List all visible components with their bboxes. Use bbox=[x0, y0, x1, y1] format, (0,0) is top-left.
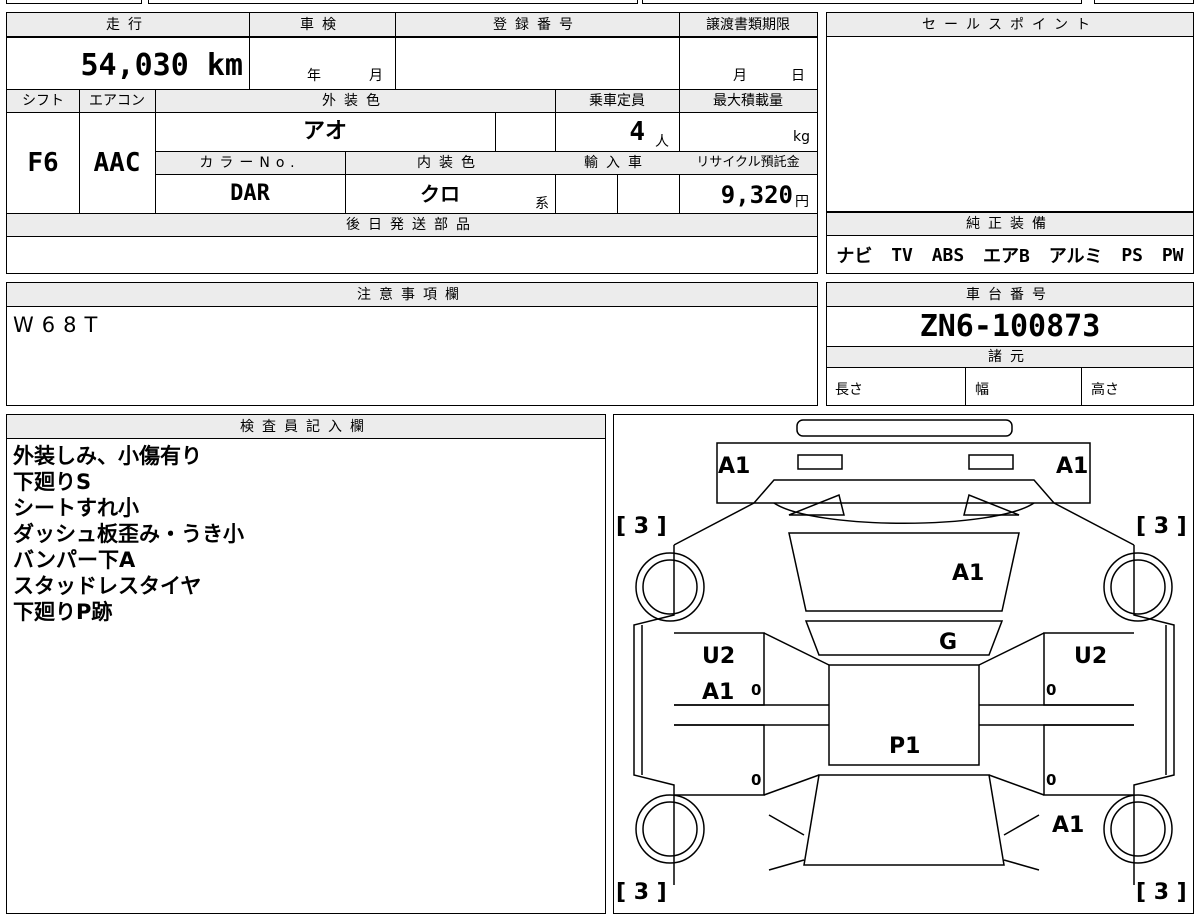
shift-label: シフト bbox=[22, 93, 64, 109]
chassis-box: 車台番号 ZN6-100873 諸元 長さ 幅 高さ bbox=[826, 282, 1194, 406]
maxload-label: 最大積載量 bbox=[713, 93, 783, 109]
mark-rear-right: A1 bbox=[1052, 813, 1084, 838]
zero-right-2: 0 bbox=[1046, 771, 1056, 789]
top-strip-left bbox=[6, 0, 142, 4]
height-label: 高さ bbox=[1091, 382, 1119, 398]
note-line: バンパー下A bbox=[13, 548, 136, 572]
capacity-unit: 人 bbox=[655, 134, 669, 150]
maxload-unit: kg bbox=[793, 129, 810, 145]
mark-tire-fl: [ 3 ] bbox=[616, 514, 667, 539]
equip-tv: TV bbox=[891, 244, 913, 266]
width-label: 幅 bbox=[975, 382, 989, 398]
note-line: 下廻りP跡 bbox=[13, 600, 113, 624]
inspection-label: 車検 bbox=[300, 17, 344, 33]
ac-label: エアコン bbox=[89, 93, 145, 109]
note-line: ダッシュ板歪み・うき小 bbox=[13, 522, 244, 546]
note-line: スタッドレスタイヤ bbox=[13, 574, 202, 598]
transfer-day: 日 bbox=[791, 68, 805, 84]
car-diagram: A1 A1 [ 3 ] [ 3 ] A1 G U2 U2 A1 P1 A1 [ … bbox=[616, 419, 1187, 905]
interior-suffix: 系 bbox=[535, 196, 549, 212]
transfer-label: 譲渡書類期限 bbox=[706, 17, 790, 33]
capacity-value: 4 bbox=[629, 117, 645, 147]
recycle-label: リサイクル預託金 bbox=[696, 155, 800, 170]
spec-grid: 走行 車検 登録番号 譲渡書類期限 54,030 km 年 月 月 日 シフト … bbox=[6, 12, 818, 274]
equipment-label: 純正装備 bbox=[827, 213, 1193, 236]
shift-value: F6 bbox=[27, 148, 59, 178]
mark-door-left-2: A1 bbox=[702, 680, 734, 705]
equip-nav: ナビ bbox=[836, 246, 873, 267]
length-label: 長さ bbox=[835, 382, 863, 398]
chassis-number: ZN6-100873 bbox=[919, 309, 1101, 344]
equip-ps: PS bbox=[1121, 244, 1144, 266]
recycle-unit: 円 bbox=[795, 194, 809, 210]
top-strip-mid2 bbox=[642, 0, 1082, 4]
mark-front-left: A1 bbox=[718, 454, 750, 479]
zero-left-2: 0 bbox=[751, 771, 761, 789]
mark-door-right: U2 bbox=[1074, 644, 1107, 669]
chassis-label: 車台番号 bbox=[827, 283, 1193, 307]
colorno-value: DAR bbox=[230, 181, 270, 206]
damage-diagram-box: A1 A1 [ 3 ] [ 3 ] A1 G U2 U2 A1 P1 A1 [ … bbox=[613, 414, 1194, 914]
zero-right-1: 0 bbox=[1046, 681, 1056, 699]
top-strip-mid bbox=[148, 0, 638, 4]
exterior-label: 外装色 bbox=[322, 93, 388, 109]
interior-value: クロ bbox=[420, 182, 460, 206]
exterior-value: アオ bbox=[302, 119, 347, 144]
mark-roof: P1 bbox=[889, 734, 920, 759]
inspection-year: 年 bbox=[307, 68, 321, 84]
equipment-list: ナビ TV ABS エアB アルミ PS PW bbox=[827, 237, 1193, 273]
transfer-month: 月 bbox=[733, 68, 747, 84]
caution-label: 注意事項欄 bbox=[7, 283, 817, 307]
caution-box: 注意事項欄 W68T bbox=[6, 282, 818, 406]
recycle-value: 9,320 bbox=[720, 181, 793, 209]
registration-label: 登録番号 bbox=[493, 17, 581, 33]
import-label: 輸入車 bbox=[584, 155, 650, 171]
mark-hood: A1 bbox=[952, 561, 984, 586]
mark-windshield: G bbox=[939, 630, 957, 655]
mark-door-left: U2 bbox=[702, 644, 735, 669]
interior-label: 内装色 bbox=[417, 155, 483, 171]
note-line: 下廻りS bbox=[13, 470, 92, 494]
mark-tire-rr: [ 3 ] bbox=[1136, 880, 1187, 905]
mark-tire-fr: [ 3 ] bbox=[1136, 514, 1187, 539]
equip-airbag: エアB bbox=[983, 246, 1030, 267]
sales-point-label: セールスポイント bbox=[827, 13, 1193, 37]
note-line: 外装しみ、小傷有り bbox=[13, 444, 202, 468]
sales-point-box: セールスポイント bbox=[826, 12, 1194, 212]
inspector-notes: 外装しみ、小傷有り 下廻りS シートすれ小 ダッシュ板歪み・うき小 バンパー下A… bbox=[13, 443, 244, 625]
zero-left-1: 0 bbox=[751, 681, 761, 699]
mark-front-right: A1 bbox=[1056, 454, 1088, 479]
equip-alloy: アルミ bbox=[1048, 246, 1103, 267]
inspection-month: 月 bbox=[369, 68, 383, 84]
equip-abs: ABS bbox=[931, 244, 965, 266]
colorno-label: カラーNo. bbox=[199, 155, 301, 171]
capacity-label: 乗車定員 bbox=[589, 93, 645, 109]
later-parts-label: 後日発送部品 bbox=[346, 217, 478, 233]
inspector-box: 検査員記入欄 外装しみ、小傷有り 下廻りS シートすれ小 ダッシュ板歪み・うき小… bbox=[6, 414, 606, 914]
mark-tire-rl: [ 3 ] bbox=[616, 880, 667, 905]
ac-value: AAC bbox=[93, 148, 141, 178]
inspector-label: 検査員記入欄 bbox=[7, 415, 605, 439]
caution-text: W68T bbox=[13, 313, 106, 337]
specs-label: 諸元 bbox=[827, 346, 1193, 368]
mileage-value: 54,030 km bbox=[80, 48, 243, 83]
equipment-box: 純正装備 ナビ TV ABS エアB アルミ PS PW bbox=[826, 212, 1194, 274]
equip-pw: PW bbox=[1161, 244, 1184, 266]
note-line: シートすれ小 bbox=[13, 496, 139, 520]
top-strip-right bbox=[1094, 0, 1194, 4]
mileage-label: 走行 bbox=[106, 17, 150, 33]
